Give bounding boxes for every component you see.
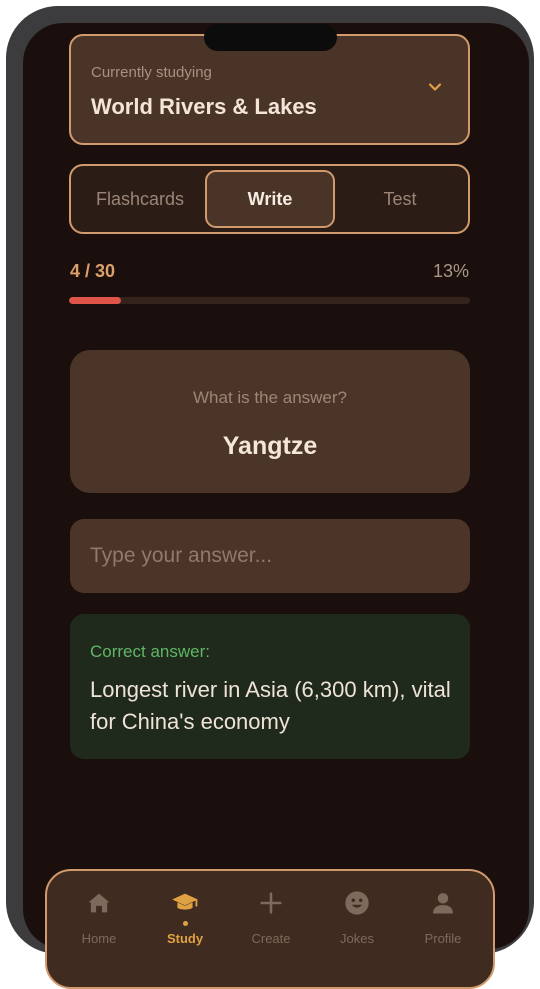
nav-label-profile: Profile	[424, 931, 462, 946]
tab-flashcards[interactable]: Flashcards	[75, 170, 205, 228]
study-mode-tabs: Flashcards Write Test	[69, 164, 470, 234]
person-icon	[433, 893, 453, 914]
question-card: What is the answer? Yangtze	[70, 350, 470, 493]
nav-item-study[interactable]: Study	[145, 889, 225, 969]
progress-bar-fill	[69, 297, 122, 304]
deck-caption: Currently studying	[91, 64, 212, 81]
camera-notch	[204, 24, 337, 51]
graduation-cap-icon	[172, 893, 198, 910]
nav-label-jokes: Jokes	[340, 931, 374, 946]
nav-item-create[interactable]: Create	[231, 889, 311, 969]
chevron-down-icon	[428, 83, 442, 91]
progress-count: 4 / 30	[70, 261, 116, 281]
tab-write[interactable]: Write	[205, 170, 335, 228]
deck-name: World Rivers & Lakes	[91, 94, 317, 119]
nav-label-study: Study	[166, 931, 204, 946]
correct-answer-card: Correct answer: Longest river in Asia (6…	[70, 614, 470, 759]
answer-input[interactable]	[70, 519, 470, 593]
question-term: Yangtze	[222, 432, 318, 460]
nav-label-create: Create	[251, 931, 291, 946]
question-prompt: What is the answer?	[192, 388, 347, 407]
nav-item-jokes[interactable]: Jokes	[317, 889, 397, 969]
active-indicator-dot	[183, 921, 188, 926]
progress-percent: 13%	[432, 261, 469, 281]
bottom-navigation: Home Study Create Jokes Profile	[45, 869, 495, 989]
nav-item-profile[interactable]: Profile	[403, 889, 483, 969]
tab-test[interactable]: Test	[335, 170, 465, 228]
nav-label-home: Home	[81, 931, 117, 946]
progress-bar	[69, 297, 470, 304]
smiley-icon	[345, 891, 369, 915]
correct-answer-label: Correct answer:	[90, 642, 210, 661]
nav-item-home[interactable]: Home	[59, 889, 139, 969]
plus-icon	[260, 892, 282, 914]
home-icon	[88, 893, 110, 913]
correct-answer-text: Longest river in Asia (6,300 km), vital …	[90, 677, 451, 734]
